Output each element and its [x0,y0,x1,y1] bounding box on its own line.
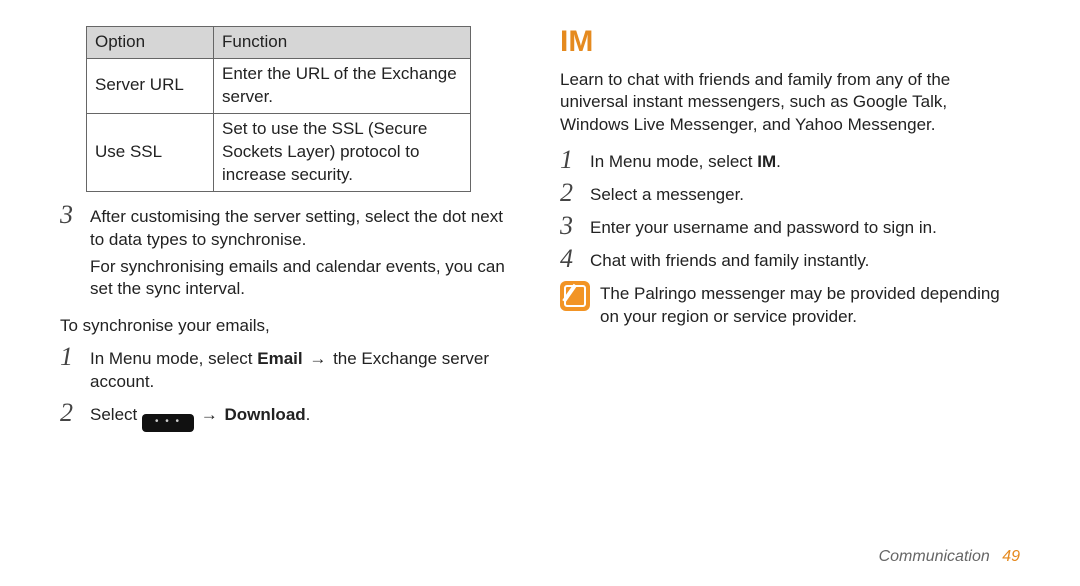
text-part: . [306,405,311,424]
text-part: Select [90,405,142,424]
step-number: 4 [560,246,590,272]
sync-step-1: 1 In Menu mode, select Email → the Excha… [60,344,520,394]
sync-step-2: 2 Select • • • → Download. [60,400,520,432]
table-header-row: Option Function [87,27,471,59]
step-number: 1 [560,147,590,173]
step-text: Chat with friends and family instantly. [590,246,1020,273]
bold-email: Email [257,349,302,368]
cell-function: Enter the URL of the Exchange server. [214,58,471,113]
text-part: . [776,152,781,171]
manual-page: Option Function Server URL Enter the URL… [0,0,1080,586]
step-text: In Menu mode, select IM. [590,147,1020,174]
section-heading-im: IM [560,22,1020,63]
step-text: After customising the server setting, se… [90,202,520,252]
step-number: 3 [560,213,590,239]
sync-intro: To synchronise your emails, [60,315,520,338]
right-column: IM Learn to chat with friends and family… [560,22,1020,546]
step-3-continuation: For synchronising emails and calendar ev… [90,256,520,302]
header-option: Option [87,27,214,59]
note-text: The Palringo messenger may be provided d… [590,281,1020,329]
step-text: Select • • • → Download. [90,400,520,432]
step-number: 1 [60,344,90,370]
arrow-icon: → [303,349,333,368]
im-step-1: 1 In Menu mode, select IM. [560,147,1020,174]
header-function: Function [214,27,471,59]
step-text: Select a messenger. [590,180,1020,207]
note-row: The Palringo messenger may be provided d… [560,281,1020,329]
note-icon [560,281,590,311]
table-row: Use SSL Set to use the SSL (Secure Socke… [87,113,471,191]
footer-page-number: 49 [1002,548,1020,565]
im-step-4: 4 Chat with friends and family instantly… [560,246,1020,273]
im-step-2: 2 Select a messenger. [560,180,1020,207]
arrow-icon: → [194,405,224,424]
step-number: 2 [60,400,90,426]
left-column: Option Function Server URL Enter the URL… [60,22,520,546]
step-text: Enter your username and password to sign… [590,213,1020,240]
table-row: Server URL Enter the URL of the Exchange… [87,58,471,113]
page-footer: Communication 49 [879,546,1020,568]
options-table: Option Function Server URL Enter the URL… [86,26,471,192]
cell-function: Set to use the SSL (Secure Sockets Layer… [214,113,471,191]
im-intro: Learn to chat with friends and family fr… [560,69,1020,138]
step-number: 2 [560,180,590,206]
text-part: In Menu mode, select [90,349,257,368]
text-part: In Menu mode, select [590,152,757,171]
bold-im: IM [757,152,776,171]
bold-download: Download [224,405,305,424]
footer-section: Communication [879,548,990,565]
step-text: In Menu mode, select Email → the Exchang… [90,344,520,394]
menu-button-icon: • • • [142,414,194,432]
step-number: 3 [60,202,90,228]
im-step-3: 3 Enter your username and password to si… [560,213,1020,240]
cell-option: Use SSL [87,113,214,191]
step-3: 3 After customising the server setting, … [60,202,520,252]
cell-option: Server URL [87,58,214,113]
